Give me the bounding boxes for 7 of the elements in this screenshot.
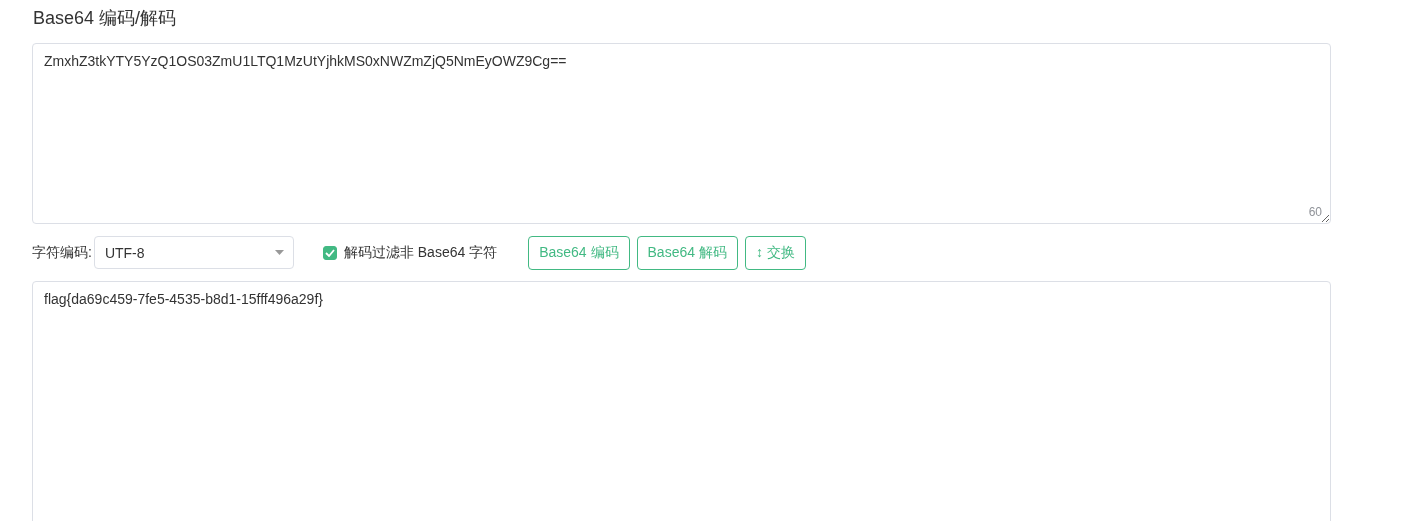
- checkbox[interactable]: [322, 245, 337, 260]
- charset-label: 字符编码:: [32, 243, 92, 262]
- page-title: Base64 编码/解码: [33, 7, 178, 30]
- caret-icon: [274, 250, 284, 255]
- checkbox-label: 解码过滤非 Base64 字符: [343, 243, 498, 262]
- output-textarea[interactable]: flag{da69c459-7fe5-4535-b8d1-15fff496a29f}: [32, 281, 1331, 521]
- charset-select[interactable]: UTF-8: [93, 236, 294, 269]
